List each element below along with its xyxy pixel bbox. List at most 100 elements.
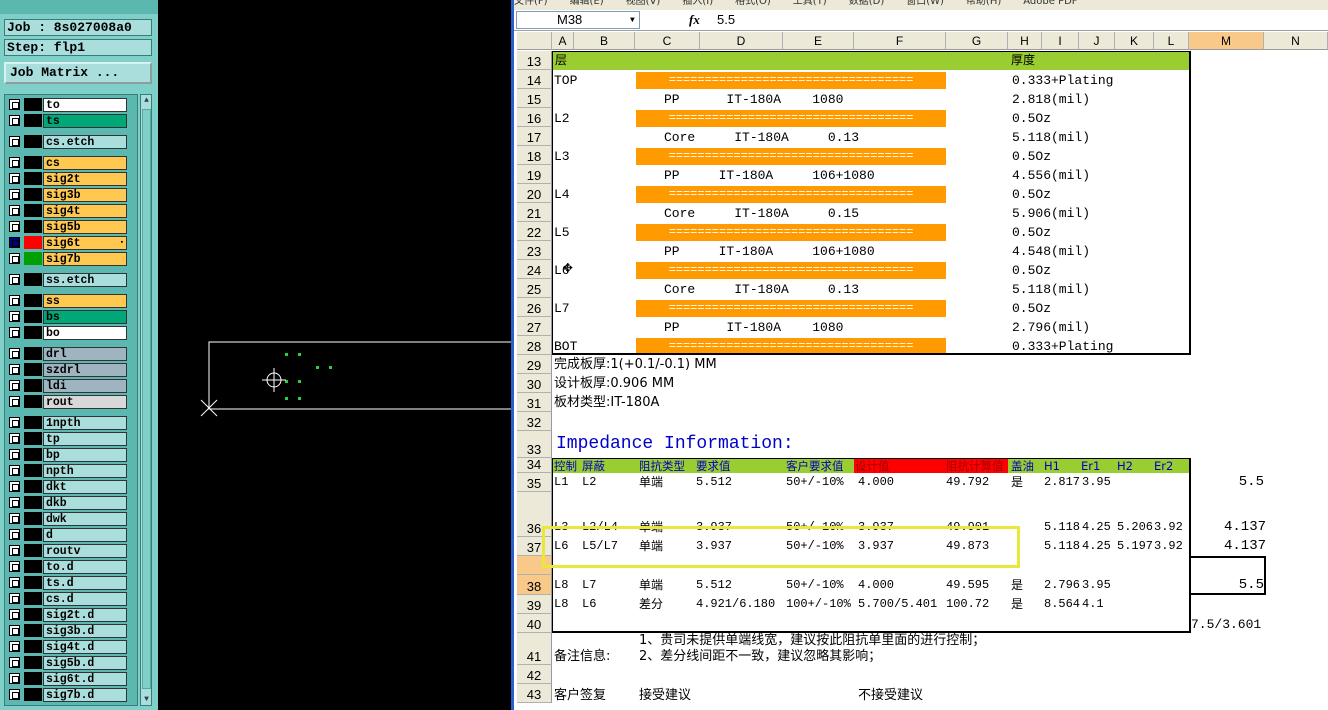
column-header-C[interactable]: C (635, 32, 700, 50)
layer-name[interactable]: npth (43, 464, 127, 478)
row-header[interactable]: 18 (517, 146, 552, 165)
layer-checkbox[interactable] (9, 577, 20, 588)
layer-checkbox[interactable] (9, 157, 20, 168)
layer-row-drl[interactable]: drl (7, 346, 127, 361)
layer-row-routv[interactable]: routv (7, 543, 127, 558)
layer-row-dkb[interactable]: dkb (7, 495, 127, 510)
column-header-I[interactable]: I (1042, 32, 1079, 50)
layer-name[interactable]: cs.etch (43, 135, 127, 149)
column-header-K[interactable]: K (1115, 32, 1154, 50)
row-header[interactable]: 35 (517, 473, 552, 492)
layer-color-swatch[interactable] (24, 114, 42, 127)
layer-name[interactable]: ss (43, 294, 127, 308)
layer-name[interactable]: sig4t.d (43, 640, 127, 654)
layer-name[interactable]: dwk (43, 512, 127, 526)
impedance-cell[interactable]: 5.5 (1224, 475, 1264, 490)
layer-row-sig2t[interactable]: sig2t (7, 171, 127, 186)
layer-color-swatch[interactable] (24, 326, 42, 339)
layer-row-sig6t-d[interactable]: sig6t.d (7, 671, 127, 686)
layer-name[interactable]: rout (43, 395, 127, 409)
job-matrix-button[interactable]: Job Matrix ... (4, 62, 152, 84)
layer-name[interactable]: sig5b (43, 220, 127, 234)
column-header-B[interactable]: B (574, 32, 635, 50)
layer-color-swatch[interactable] (24, 98, 42, 111)
layer-row-cs-d[interactable]: cs.d (7, 591, 127, 606)
formula-input[interactable]: 5.5 (717, 12, 735, 27)
layer-row-ss-etch[interactable]: ss.etch (7, 272, 127, 287)
layer-checkbox[interactable] (9, 295, 20, 306)
layer-color-swatch[interactable] (24, 310, 42, 323)
layer-name[interactable]: ss.etch (43, 273, 127, 287)
layer-row-dkt[interactable]: dkt (7, 479, 127, 494)
layer-name[interactable]: sig6t.d (43, 672, 127, 686)
row-header[interactable]: 19 (517, 165, 552, 184)
row-header[interactable]: 43 (517, 684, 552, 703)
row-header[interactable]: 39 (517, 595, 552, 614)
layer-row-ts[interactable]: ts (7, 113, 127, 128)
layer-row-d[interactable]: d (7, 527, 127, 542)
layer-row-bo[interactable]: bo (7, 325, 127, 340)
layer-row-sig3b[interactable]: sig3b (7, 187, 127, 202)
graphics-canvas[interactable] (158, 0, 511, 710)
layer-row-sig6t[interactable]: sig6t ▪ (7, 235, 127, 250)
layer-color-swatch[interactable] (24, 432, 42, 445)
menu-item[interactable]: 文件(F) (514, 0, 548, 7)
row-header[interactable]: 22 (517, 222, 552, 241)
layer-checkbox[interactable] (9, 221, 20, 232)
row-header[interactable]: 24 (517, 260, 552, 279)
layer-checkbox[interactable] (9, 657, 20, 668)
scroll-thumb[interactable] (142, 109, 151, 689)
layer-color-swatch[interactable] (24, 592, 42, 605)
layer-name[interactable]: routv (43, 544, 127, 558)
row-header[interactable]: 16 (517, 108, 552, 127)
row-header[interactable]: 28 (517, 336, 552, 355)
layer-color-swatch[interactable] (24, 220, 42, 233)
column-header-E[interactable]: E (783, 32, 854, 50)
layer-name[interactable]: bs (43, 310, 127, 324)
layer-checkbox[interactable] (9, 237, 20, 248)
m40-value[interactable]: 7.5/3.601 (1191, 617, 1261, 632)
layer-checkbox[interactable] (9, 417, 20, 428)
layer-checkbox[interactable] (9, 673, 20, 684)
layer-row-sig3b-d[interactable]: sig3b.d (7, 623, 127, 638)
layer-name[interactable]: bo (43, 326, 127, 340)
row-header[interactable]: 26 (517, 298, 552, 317)
column-header-F[interactable]: F (854, 32, 946, 50)
layer-color-swatch[interactable] (24, 395, 42, 408)
layer-name[interactable]: drl (43, 347, 127, 361)
layer-checkbox[interactable] (9, 396, 20, 407)
scroll-up-icon[interactable]: ▲ (142, 96, 151, 105)
layer-name[interactable]: cs (43, 156, 127, 170)
reject-option[interactable]: 不接受建议 (858, 688, 923, 703)
layer-color-swatch[interactable] (24, 464, 42, 477)
layer-color-swatch[interactable] (24, 416, 42, 429)
layer-row-bs[interactable]: bs (7, 309, 127, 324)
layer-color-swatch[interactable] (24, 204, 42, 217)
row-header[interactable]: 40 (517, 614, 552, 633)
layer-checkbox[interactable] (9, 465, 20, 476)
layer-row-sig5b[interactable]: sig5b (7, 219, 127, 234)
layer-row-1npth[interactable]: 1npth (7, 415, 127, 430)
layer-name[interactable]: sig4t (43, 204, 127, 218)
layer-name[interactable]: sig6t (43, 236, 127, 250)
layer-color-swatch[interactable] (24, 528, 42, 541)
row-header[interactable]: 38 (517, 575, 552, 595)
column-header-M[interactable]: M (1189, 32, 1264, 50)
layer-name[interactable]: cs.d (43, 592, 127, 606)
layer-checkbox[interactable] (9, 609, 20, 620)
row-header[interactable]: 17 (517, 127, 552, 146)
row-header[interactable]: 23 (517, 241, 552, 260)
column-header-H[interactable]: H (1008, 32, 1042, 50)
row-header[interactable]: 32 (517, 412, 552, 431)
menu-item[interactable]: 格式(O) (735, 0, 771, 7)
layer-checkbox[interactable] (9, 593, 20, 604)
row-header[interactable]: 27 (517, 317, 552, 336)
layer-name[interactable]: sig7b.d (43, 688, 127, 702)
menu-item[interactable]: Adobe PDF (1023, 0, 1077, 7)
layer-color-swatch[interactable] (24, 188, 42, 201)
layer-color-swatch[interactable] (24, 252, 42, 265)
column-header-J[interactable]: J (1079, 32, 1115, 50)
row-header[interactable]: 20 (517, 184, 552, 203)
layer-checkbox[interactable] (9, 99, 20, 110)
layer-row-to[interactable]: to (7, 97, 127, 112)
